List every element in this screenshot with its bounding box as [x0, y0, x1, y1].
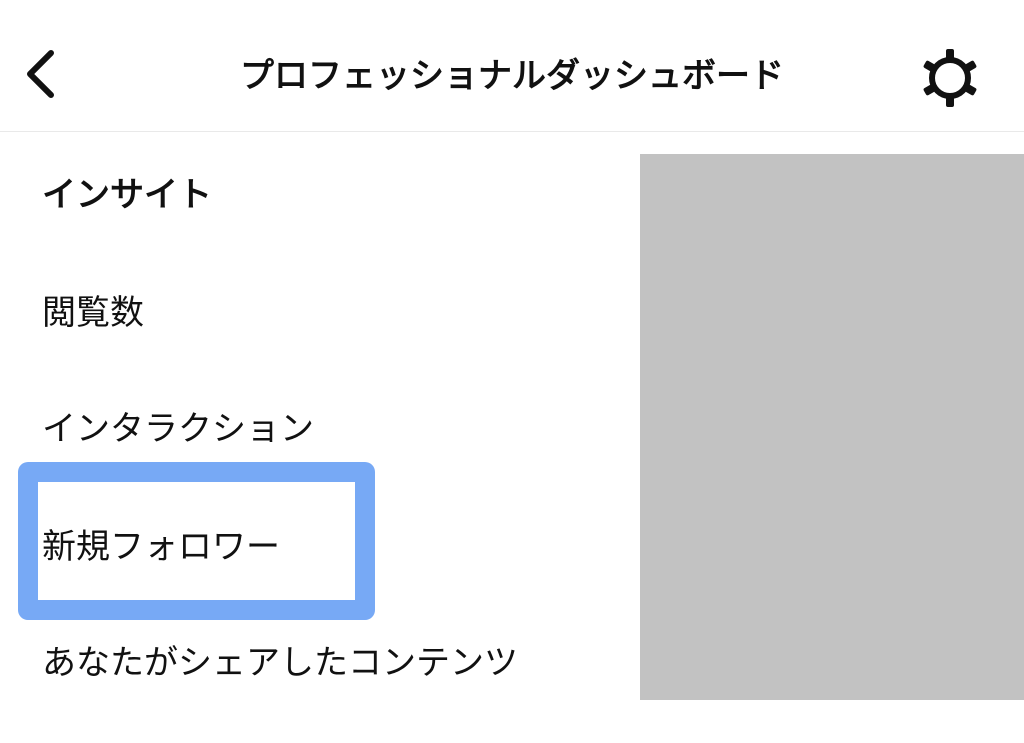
back-button[interactable]: [14, 42, 66, 106]
top-bar: プロフェッショナルダッシュボード: [0, 0, 1024, 132]
insights-heading: インサイト: [42, 175, 212, 215]
menu-item-new-followers[interactable]: 新規フォロワー: [42, 524, 280, 570]
settings-button[interactable]: [914, 42, 986, 114]
gear-icon: [923, 49, 977, 107]
menu-item-interactions[interactable]: インタラクション: [42, 406, 314, 452]
menu-item-views[interactable]: 閲覧数: [42, 290, 144, 336]
redacted-panel: [640, 154, 1024, 700]
page-title: プロフェッショナルダッシュボード: [240, 56, 784, 96]
chevron-left-icon: [27, 50, 54, 98]
menu-item-shared-content[interactable]: あなたがシェアしたコンテンツ: [42, 640, 518, 686]
